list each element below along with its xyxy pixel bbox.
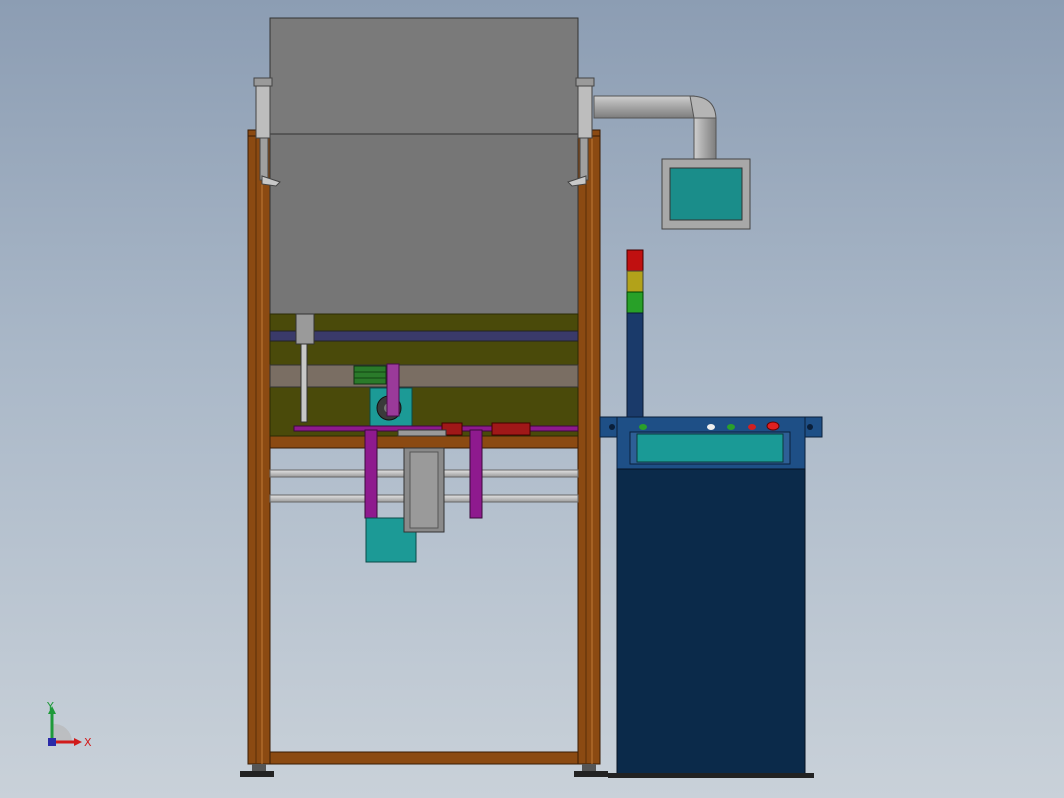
- y-axis-label: Y: [46, 700, 54, 713]
- exhaust-duct: [593, 95, 717, 161]
- gray-actuator: [403, 447, 445, 533]
- purple-linkage: [386, 363, 400, 417]
- z-axis-marker: [48, 738, 56, 746]
- machine-assembly-drawing: [240, 17, 823, 778]
- green-guide-block: [353, 365, 387, 385]
- signal-tower: [626, 249, 644, 418]
- triad-graphic: Y X: [46, 700, 92, 749]
- hopper-enclosure: [269, 17, 579, 315]
- leveling-feet: [240, 764, 608, 777]
- control-cabinet: [599, 416, 823, 778]
- frame-left-post: [247, 133, 271, 765]
- orientation-triad: Y X: [38, 698, 108, 758]
- hmi-monitor: [661, 158, 751, 230]
- cad-viewport[interactable]: Y X: [0, 0, 1064, 798]
- frame-right-post: [577, 133, 601, 765]
- mechanism-panel: [269, 313, 579, 437]
- x-axis-label: X: [84, 736, 92, 749]
